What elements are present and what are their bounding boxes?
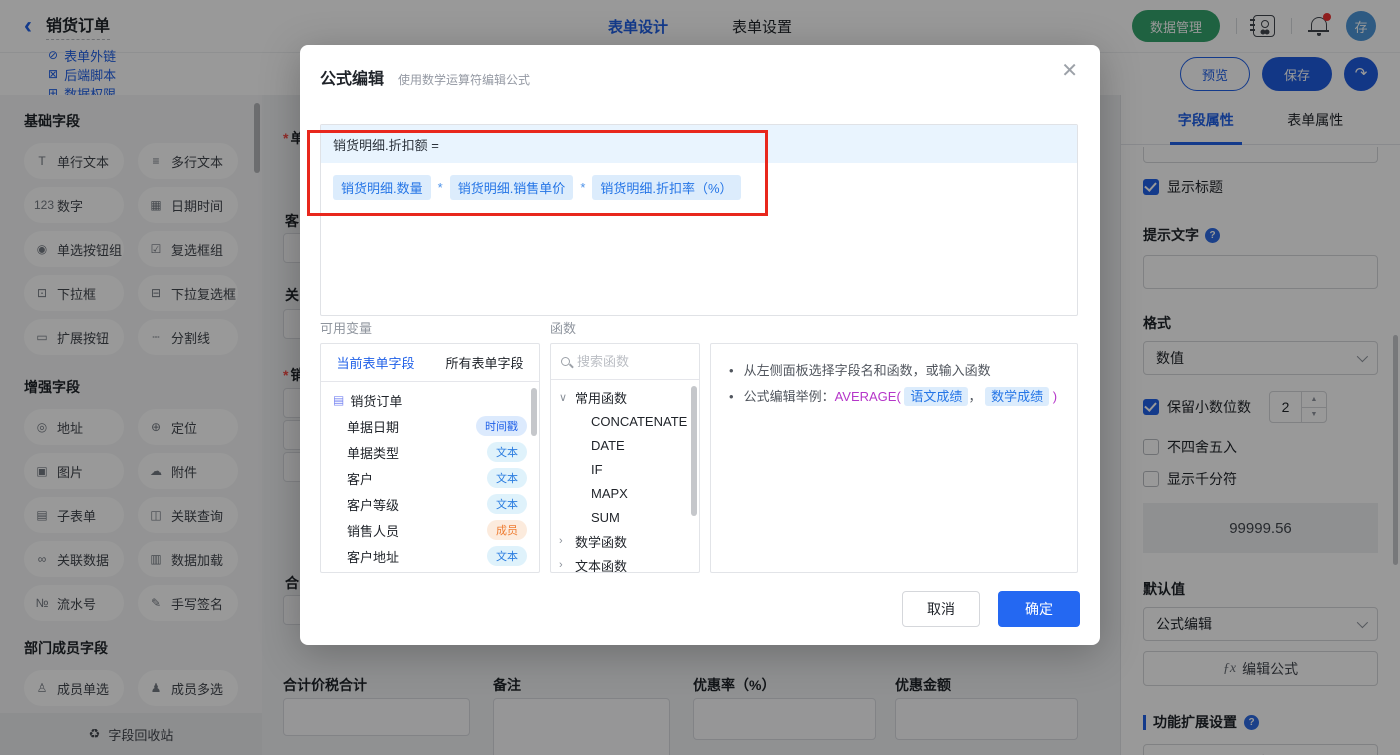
variable-name: 客户地址 <box>347 547 487 566</box>
function-search[interactable] <box>551 344 699 380</box>
function-item[interactable]: SUM <box>551 505 699 529</box>
close-icon[interactable]: ✕ <box>1061 61 1078 81</box>
example-field-chip: 语文成绩 <box>904 387 968 406</box>
formula-token[interactable]: 销货明细.数量 <box>333 175 431 200</box>
functions-panel: ∨ 常用函数 CONCATENATE DATE IF <box>550 343 700 573</box>
variable-type-badge: 文本 <box>487 494 527 514</box>
bullet: • <box>729 384 734 410</box>
example-function-open: AVERAGE( <box>835 389 901 404</box>
bullet: • <box>729 358 734 384</box>
variable-name: 单据日期 <box>347 417 476 436</box>
variable-type-badge: 文本 <box>487 546 527 566</box>
function-item[interactable]: › 文本函数 <box>551 553 699 573</box>
variable-type-badge: 成员 <box>487 520 527 540</box>
function-name: 常用函数 <box>575 388 627 407</box>
function-name: 数学函数 <box>575 532 627 551</box>
function-item[interactable]: › 数学函数 <box>551 529 699 553</box>
formula-target: 销货明细.折扣额 = <box>321 125 1077 163</box>
formula-token[interactable]: * <box>438 180 443 195</box>
example-field-chip: 数学成绩 <box>985 387 1049 406</box>
formula-help-panel: • 从左侧面板选择字段名和函数，或输入函数 • 公式编辑举例：AVERAGE( … <box>710 343 1078 573</box>
function-name: SUM <box>591 510 620 525</box>
variable-item[interactable]: 销售人员 成员 <box>321 517 539 543</box>
function-search-input[interactable] <box>577 354 689 369</box>
tab-all-form-fields[interactable]: 所有表单字段 <box>430 344 539 381</box>
formula-token[interactable]: * <box>580 180 585 195</box>
variable-name: 销售人员 <box>347 521 487 540</box>
dialog-title: 公式编辑 <box>320 65 384 89</box>
functions-scrollbar[interactable] <box>691 386 697 516</box>
function-name: IF <box>591 462 603 477</box>
cancel-button[interactable]: 取消 <box>902 591 980 627</box>
help-line-2: 公式编辑举例：AVERAGE( 语文成绩， 数学成绩 ) <box>744 384 1058 410</box>
variables-panel: 当前表单字段 所有表单字段 ▤ 销货订单 单据日期 时间戳 单据类型 文本 客户 <box>320 343 540 573</box>
tree-chevron-icon: ∨ <box>559 391 569 404</box>
tree-chevron-icon: › <box>559 535 569 547</box>
variable-type-badge: 文本 <box>487 572 527 573</box>
dialog-subtitle: 使用数学运算符编辑公式 <box>398 71 530 88</box>
function-name: DATE <box>591 438 625 453</box>
variable-name: 客户 <box>347 469 487 488</box>
tab-current-form-fields[interactable]: 当前表单字段 <box>321 344 430 381</box>
variable-name: 单据类型 <box>347 443 487 462</box>
variable-item[interactable]: 客户等级 文本 <box>321 491 539 517</box>
variable-item[interactable]: 文本 <box>321 569 539 573</box>
function-item[interactable]: DATE <box>551 433 699 457</box>
function-item[interactable]: CONCATENATE <box>551 409 699 433</box>
function-name: MAPX <box>591 486 628 501</box>
help-line-1: 从左侧面板选择字段名和函数，或输入函数 <box>744 358 991 384</box>
variable-type-badge: 时间戳 <box>476 416 527 436</box>
function-item[interactable]: MAPX <box>551 481 699 505</box>
variable-type-badge: 文本 <box>487 442 527 462</box>
document-icon: ▤ <box>333 393 344 407</box>
tree-chevron-icon: › <box>559 559 569 571</box>
function-item[interactable]: ∨ 常用函数 <box>551 385 699 409</box>
variables-tree-root[interactable]: ▤ 销货订单 <box>321 387 539 413</box>
formula-token[interactable]: 销货明细.折扣率（%） <box>592 175 740 200</box>
variable-item[interactable]: 单据日期 时间戳 <box>321 413 539 439</box>
formula-edit-dialog: 公式编辑 使用数学运算符编辑公式 ✕ 销货明细.折扣额 = 销货明细.数量 * … <box>300 45 1100 645</box>
function-item[interactable]: IF <box>551 457 699 481</box>
formula-editor[interactable]: 销货明细.折扣额 = 销货明细.数量 * 销货明细.销售单价 * 销货明细.折扣… <box>320 124 1078 316</box>
variables-label: 可用变量 <box>320 318 372 337</box>
functions-label: 函数 <box>550 318 576 337</box>
variable-item[interactable]: 客户地址 文本 <box>321 543 539 569</box>
variable-name: 客户等级 <box>347 495 487 514</box>
formula-token[interactable]: 销货明细.销售单价 <box>450 175 574 200</box>
variable-item[interactable]: 单据类型 文本 <box>321 439 539 465</box>
function-name: 文本函数 <box>575 556 627 574</box>
variables-scrollbar[interactable] <box>531 388 537 436</box>
search-icon <box>561 357 570 366</box>
variable-item[interactable]: 客户 文本 <box>321 465 539 491</box>
function-name: CONCATENATE <box>591 414 687 429</box>
example-function-close: ) <box>1053 389 1057 404</box>
confirm-button[interactable]: 确定 <box>998 591 1080 627</box>
variable-type-badge: 文本 <box>487 468 527 488</box>
